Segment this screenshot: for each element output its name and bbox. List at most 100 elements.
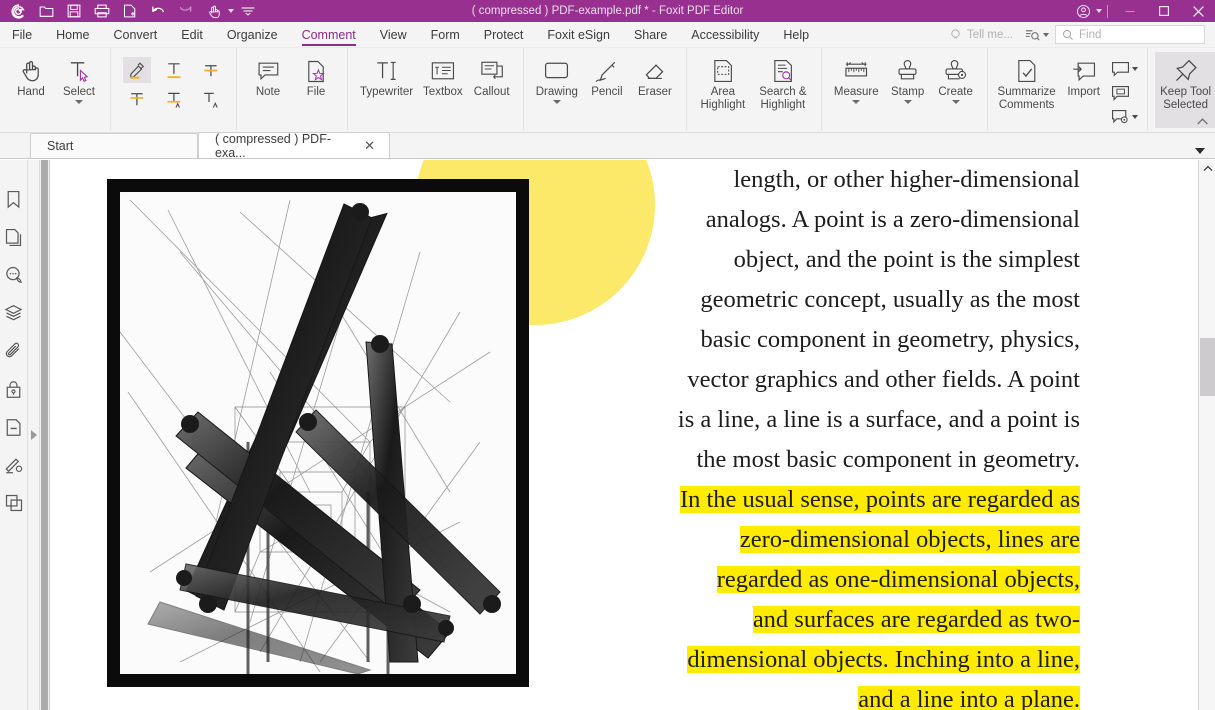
menu-item-file[interactable]: File [0, 22, 44, 48]
tab-start[interactable]: Start [30, 133, 198, 158]
menu-item-foxit-esign[interactable]: Foxit eSign [535, 22, 622, 48]
select-button[interactable]: Select [55, 52, 103, 104]
stamp-button[interactable]: Stamp [884, 52, 932, 104]
signatures-icon[interactable] [3, 454, 25, 476]
highlight-annotation[interactable]: zero-dimensional objects, lines are [740, 526, 1080, 553]
minimize-button[interactable] [1113, 0, 1147, 22]
compare-icon[interactable] [3, 492, 25, 514]
search-options-caret[interactable] [1043, 33, 1049, 37]
scroll-up-button[interactable] [1199, 160, 1215, 176]
file-attachment-button[interactable]: File [292, 52, 340, 99]
area-highlight-button[interactable]: Area Highlight [694, 52, 752, 112]
strikeout-tool[interactable] [197, 57, 225, 83]
foxit-logo[interactable] [4, 0, 32, 22]
tab-overflow-caret[interactable] [1195, 148, 1205, 154]
create-pdf-icon[interactable] [116, 0, 144, 22]
highlight-annotation[interactable]: dimensional objects. Inching into a line… [687, 646, 1080, 673]
account-icon[interactable] [1070, 0, 1096, 22]
panel-expander[interactable] [28, 160, 40, 710]
replace-text-tool[interactable] [160, 86, 188, 112]
drawing-button[interactable]: Drawing [531, 52, 583, 104]
ribbon-group-highlight-area: Area Highlight Search & Highlight [687, 48, 822, 130]
layers-icon[interactable] [3, 302, 25, 324]
close-button[interactable] [1181, 0, 1215, 22]
highlight-annotation[interactable]: and a line into a plane. [858, 686, 1080, 710]
menu-item-home[interactable]: Home [44, 22, 101, 48]
menu-item-accessibility[interactable]: Accessibility [679, 22, 771, 48]
print-icon[interactable] [88, 0, 116, 22]
menu-item-organize[interactable]: Organize [215, 22, 290, 48]
measure-dropdown-caret[interactable] [852, 100, 860, 104]
insert-text-tool[interactable] [197, 86, 225, 112]
text-line: basic component in geometry, physics, [610, 320, 1080, 360]
search-options-icon[interactable] [1025, 28, 1049, 42]
export-comments-caret[interactable] [1132, 67, 1138, 71]
document-photo[interactable] [107, 179, 529, 687]
create-stamp-dropdown-caret[interactable] [952, 100, 960, 104]
squiggly-underline-tool[interactable] [123, 86, 151, 112]
typewriter-button[interactable]: Typewriter [355, 52, 418, 99]
document-text-column[interactable]: length, or other higher-dimensional anal… [610, 160, 1080, 710]
tab-close-icon[interactable]: ✕ [364, 139, 375, 152]
text-line: analogs. A point is a zero-dimensional [610, 200, 1080, 240]
menu-item-share[interactable]: Share [622, 22, 679, 48]
create-stamp-button[interactable]: Create [932, 52, 980, 104]
import-comments-button[interactable]: Import [1059, 52, 1109, 99]
comments-list-button[interactable] [1111, 82, 1138, 104]
area-highlight-icon [711, 56, 735, 86]
scrollbar-thumb[interactable] [1200, 338, 1215, 396]
textbox-button[interactable]: Textbox [418, 52, 468, 99]
undo-icon[interactable] [144, 0, 172, 22]
eraser-button[interactable]: Eraser [631, 52, 679, 99]
pencil-button[interactable]: Pencil [583, 52, 631, 99]
tab-pdf-example[interactable]: ( compressed ) PDF-exa... ✕ [198, 132, 390, 158]
measure-button[interactable]: Measure [829, 52, 884, 104]
menu-item-view[interactable]: View [368, 22, 419, 48]
hand-button[interactable]: Hand [7, 52, 55, 99]
attachments-icon[interactable] [3, 340, 25, 362]
keep-tool-selected-label: Keep Tool Selected [1160, 86, 1212, 112]
comment-settings-button[interactable] [1111, 106, 1138, 128]
security-icon[interactable] [3, 378, 25, 400]
menu-item-protect[interactable]: Protect [472, 22, 536, 48]
customize-toolbar-icon[interactable] [234, 0, 262, 22]
fields-icon[interactable] [3, 416, 25, 438]
summarize-comments-button-label: Summarize Comments [998, 86, 1056, 112]
menu-item-form[interactable]: Form [419, 22, 472, 48]
bookmarks-icon[interactable] [3, 188, 25, 210]
select-dropdown-caret[interactable] [75, 100, 83, 104]
drawing-dropdown-caret[interactable] [553, 100, 561, 104]
vertical-scrollbar[interactable] [1198, 160, 1215, 710]
pdf-page[interactable]: length, or other higher-dimensional anal… [50, 160, 1198, 710]
highlight-annotation[interactable]: In the usual sense, points are regarded … [680, 486, 1080, 513]
comments-icon[interactable] [3, 264, 25, 286]
maximize-button[interactable] [1147, 0, 1181, 22]
search-highlight-button[interactable]: Search & Highlight [752, 52, 814, 112]
pages-icon[interactable] [3, 226, 25, 248]
find-input[interactable]: Find [1055, 25, 1205, 44]
text-line-content: length, or other higher-dimensional [733, 166, 1080, 193]
ribbon-group-pin-notes: Note File [237, 48, 348, 130]
account-dropdown-caret[interactable] [1096, 9, 1102, 13]
stamp-dropdown-caret[interactable] [904, 100, 912, 104]
export-comments-button[interactable] [1111, 58, 1138, 80]
callout-button[interactable]: Callout [468, 52, 516, 99]
menu-item-comment[interactable]: Comment [290, 22, 368, 48]
save-icon[interactable] [60, 0, 88, 22]
open-icon[interactable] [32, 0, 60, 22]
comment-settings-caret[interactable] [1132, 115, 1138, 119]
collapse-ribbon-button[interactable] [1196, 117, 1209, 129]
redo-icon[interactable] [172, 0, 200, 22]
hand-tool-icon[interactable] [200, 0, 228, 22]
tell-me-input[interactable]: Tell me... [943, 26, 1019, 44]
note-button[interactable]: Note [244, 52, 292, 99]
summarize-comments-button[interactable]: Summarize Comments [995, 52, 1059, 112]
highlight-annotation[interactable]: regarded as one-dimensional objects, [717, 566, 1080, 593]
underline-tool[interactable] [160, 57, 188, 83]
menu-item-edit[interactable]: Edit [169, 22, 215, 48]
menu-item-convert[interactable]: Convert [102, 22, 170, 48]
highlight-annotation[interactable]: and surfaces are regarded as two- [753, 606, 1080, 633]
measure-button-label: Measure [834, 86, 879, 99]
highlight-tool[interactable] [123, 57, 151, 83]
menu-item-help[interactable]: Help [771, 22, 821, 48]
